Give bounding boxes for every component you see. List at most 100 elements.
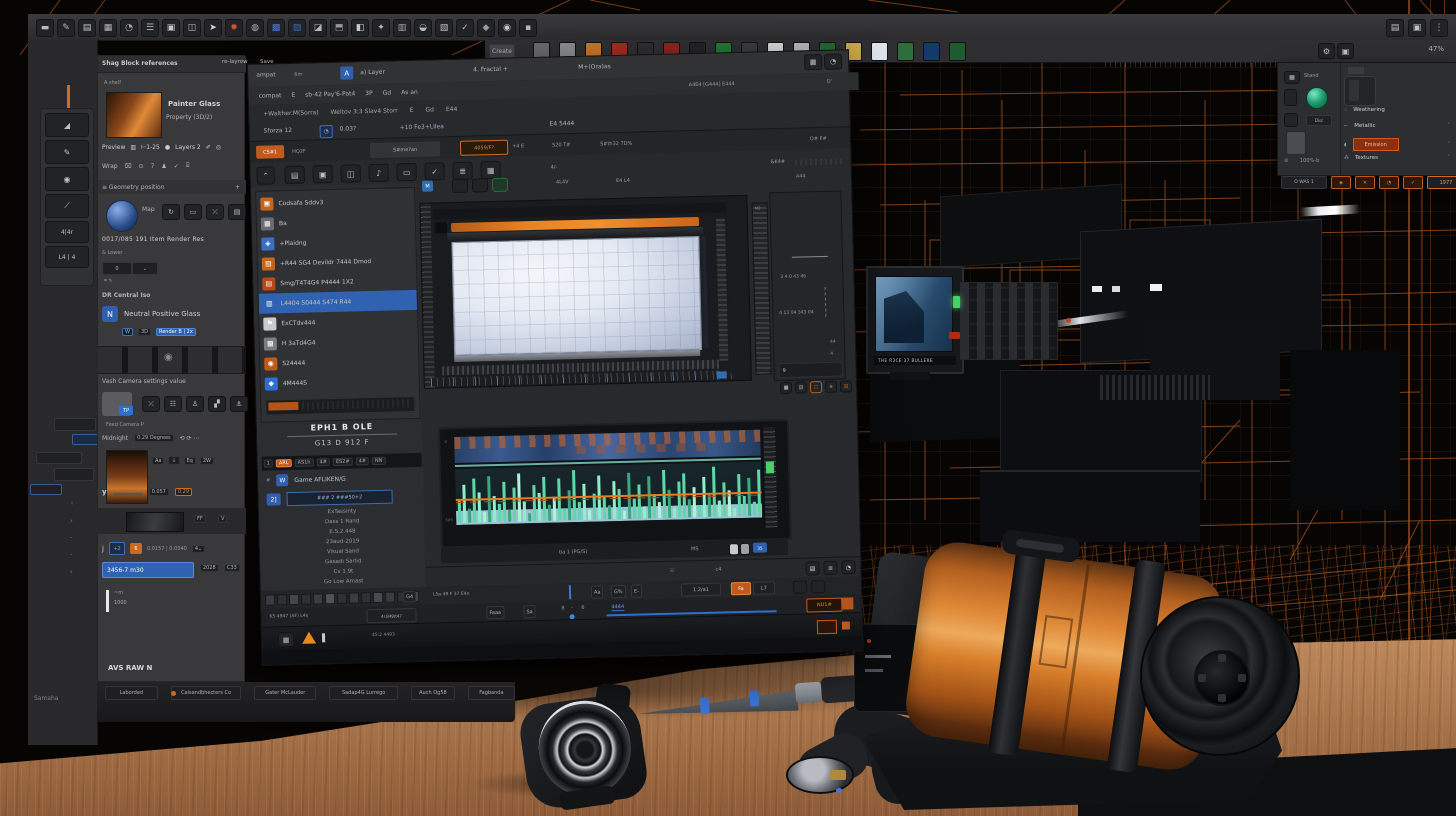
panel-icon[interactable]: ▣: [1408, 19, 1426, 37]
material-row-weathering[interactable]: ∴ Weathering: [1344, 107, 1456, 113]
tool-button[interactable]: ◢: [45, 113, 89, 137]
mini-tab[interactable]: [1348, 67, 1364, 74]
rowb-icon[interactable]: [793, 580, 807, 593]
rowb-orange-chip[interactable]: Fa: [731, 582, 751, 595]
row3-item[interactable]: Weltov 3:3 Slav4 Storr: [331, 107, 398, 116]
toolbar-icon[interactable]: ▥: [393, 19, 411, 37]
toolbar-icon[interactable]: ✎: [57, 19, 75, 37]
panel-tool[interactable]: ✐: [206, 144, 211, 151]
material-row-metallic[interactable]: ⌐ Metallic ˇ: [1344, 123, 1456, 129]
rowa-icon[interactable]: ▤: [805, 561, 819, 575]
menu-item[interactable]: sb-42 Pay'6-Pat4: [305, 90, 355, 98]
mini-icon[interactable]: ▪: [825, 381, 837, 393]
screen-icon[interactable]: ▭: [184, 204, 202, 220]
blue-chip2[interactable]: 2]: [267, 493, 281, 505]
row3-item[interactable]: E44: [446, 105, 458, 112]
strip-end-box[interactable]: 1977: [1427, 176, 1456, 189]
strip-square[interactable]: [349, 592, 359, 603]
viewport-icon[interactable]: [452, 179, 468, 193]
orange-outline-button[interactable]: 4059/F?: [460, 140, 508, 156]
strip-square[interactable]: [277, 594, 287, 605]
toolbar-icon[interactable]: ✹: [225, 19, 243, 37]
strip-square[interactable]: [325, 593, 335, 604]
viewport-m-chip[interactable]: M: [422, 180, 433, 191]
layer-tree-item[interactable]: ◆ 4M444S: [261, 370, 419, 394]
menu-item[interactable]: 3P: [365, 89, 373, 96]
disc-pill[interactable]: Disc: [1306, 115, 1332, 126]
strip-orange-chip[interactable]: ✕: [1355, 176, 1375, 189]
toolbar-icon[interactable]: ✓: [456, 19, 474, 37]
rowc-box[interactable]: 4I B49/t47: [366, 608, 416, 623]
panel-tool[interactable]: Layers 2: [175, 144, 201, 151]
input-box[interactable]: 0: [102, 262, 132, 275]
strip-orange-chip[interactable]: ◈: [1331, 176, 1351, 189]
emission-highlight[interactable]: Emission: [1353, 138, 1399, 151]
toolbar-icon[interactable]: ◫: [183, 19, 201, 37]
w-chip[interactable]: W: [122, 328, 133, 336]
strip-seg[interactable]: 4#: [356, 457, 370, 465]
strip-orange-chip[interactable]: ◔: [1379, 176, 1399, 189]
rowa-icon[interactable]: ◔: [841, 560, 855, 574]
chevron-down-icon[interactable]: ˇ: [1448, 155, 1451, 161]
orange-tool-chip[interactable]: CS#1: [256, 145, 284, 159]
panel-header-tab[interactable]: Shag Block references: [102, 60, 178, 67]
dot-item[interactable]: ·: [70, 534, 74, 542]
cut-icon[interactable]: ⤫: [142, 396, 160, 412]
grid-view-icon[interactable]: ▦: [278, 632, 294, 647]
sphere-preview[interactable]: [106, 200, 138, 232]
overflow-icon[interactable]: ⋮: [1430, 19, 1448, 37]
viewport-icon[interactable]: [492, 178, 508, 192]
filmstrip[interactable]: ◉: [98, 346, 246, 374]
rowa-icon[interactable]: ≡: [823, 561, 837, 575]
strip-square[interactable]: [313, 593, 323, 604]
slider-value-2[interactable]: 0.29: [175, 488, 192, 496]
row4-chip[interactable]: ◔: [320, 125, 333, 138]
render-chip[interactable]: Render B | 2x: [156, 328, 196, 336]
asset-tile[interactable]: [923, 42, 940, 61]
panel-header-right1[interactable]: re-layrow: [222, 59, 248, 65]
menu-item[interactable]: Gd: [383, 89, 392, 96]
toolbar-icon[interactable]: ▬: [36, 19, 54, 37]
panel-tool[interactable]: Wrap: [102, 163, 118, 170]
panel-tool[interactable]: Preview: [102, 144, 125, 151]
create-button[interactable]: Create: [489, 44, 515, 58]
row3-item[interactable]: E: [410, 106, 414, 113]
strip-seg[interactable]: 4#: [316, 458, 330, 466]
strip-square[interactable]: [361, 592, 371, 603]
mini-icon[interactable]: □: [810, 381, 822, 393]
strip-seg-orange[interactable]: ARL: [276, 459, 292, 467]
gem-icon[interactable]: [1306, 87, 1328, 109]
mini-icon[interactable]: ▧: [795, 381, 807, 393]
table-icon[interactable]: ☷: [164, 396, 182, 412]
dot-menu[interactable]: ◦ › · · ‹: [70, 500, 74, 576]
material-row-emission[interactable]: ◖ Emission ˇ: [1344, 138, 1456, 151]
rowb-button[interactable]: E-: [631, 585, 642, 598]
toolbar-icon[interactable]: ▤: [285, 166, 305, 184]
v-chip[interactable]: V: [218, 515, 227, 523]
toolbar-icon[interactable]: ▤: [78, 19, 96, 37]
toolbar-icon[interactable]: ◉: [498, 19, 516, 37]
anchor-icon[interactable]: ⚓: [230, 396, 248, 412]
toolbar-icon[interactable]: ▣: [162, 19, 180, 37]
dot-item[interactable]: ›: [70, 517, 74, 525]
bottom-tab[interactable]: Sadap4G Lurrego: [329, 686, 398, 700]
person-icon[interactable]: ♙: [186, 396, 204, 412]
blue-outline-box[interactable]: ### 2 ###50+2: [286, 490, 392, 507]
strip-dark-box[interactable]: O WAS 1: [1281, 176, 1327, 189]
menu-item[interactable]: E: [291, 91, 295, 98]
pill-button[interactable]: [36, 452, 82, 464]
swatch-box[interactable]: [1286, 131, 1306, 155]
selected-item[interactable]: 3456-7 m30: [102, 562, 194, 578]
titlebar-button[interactable]: ◔: [824, 53, 842, 69]
tool-button[interactable]: ◉: [45, 167, 89, 191]
panel-tool[interactable]: ⊙: [139, 163, 144, 170]
pill-button[interactable]: [30, 484, 62, 495]
refresh-icon[interactable]: ↻: [162, 204, 180, 220]
ff-chip[interactable]: FF: [194, 515, 206, 523]
rowb-dark-chip[interactable]: L7: [753, 581, 775, 595]
rowd-orange-chip[interactable]: [817, 620, 837, 634]
squares-end-chip[interactable]: G4: [403, 591, 416, 602]
scroll-green-segment[interactable]: [766, 461, 774, 473]
rowb-button[interactable]: Aa: [591, 585, 604, 598]
viewport-icon[interactable]: [472, 178, 488, 192]
